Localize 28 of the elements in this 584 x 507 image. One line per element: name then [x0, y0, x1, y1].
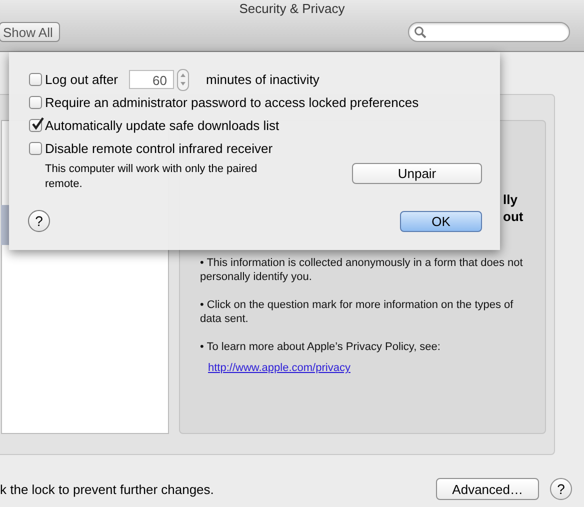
lock-hint-text: k the lock to prevent further changes. [0, 482, 215, 496]
description-text: lly [503, 191, 518, 208]
unpair-button[interactable]: Unpair [352, 163, 482, 184]
option-label: minutes of inactivity [206, 72, 320, 87]
option-label: Log out after [45, 72, 118, 87]
advanced-button[interactable]: Advanced… [436, 478, 539, 500]
checkbox[interactable] [29, 142, 42, 155]
stepper-icon[interactable] [177, 68, 189, 90]
bullet-text: • Click on the question mark for more information on the types of data sent. [200, 298, 514, 326]
help-button[interactable]: ? [550, 478, 572, 500]
search-field[interactable] [408, 22, 570, 42]
option-label: Automatically update safe downloads list [45, 118, 280, 133]
checkbox[interactable] [29, 119, 42, 132]
bullet-text: • This information is collected anonymously in a form that does not personally identify you. [200, 256, 524, 284]
window-title: Security & Privacy [238, 0, 346, 18]
help-button[interactable]: ? [28, 210, 50, 232]
option-label: Require an administrator password to access locked preferences [45, 95, 419, 110]
description-text: out [503, 208, 524, 225]
option-label: Disable remote control infrared receiver [45, 141, 273, 156]
search-icon [414, 26, 427, 38]
checkbox[interactable] [29, 96, 42, 109]
checkbox[interactable] [29, 73, 42, 86]
bullet-text: • To learn more about Apple’s Privacy Policy, see: [200, 340, 442, 354]
note-text: This computer will work with only the paired remote. [45, 162, 258, 192]
privacy-link[interactable]: http://www.apple.com/privacy [208, 362, 350, 374]
minutes-field[interactable]: 60 [129, 70, 174, 89]
ok-button[interactable]: OK [400, 210, 482, 232]
show-all-button[interactable]: Show All [0, 22, 60, 42]
